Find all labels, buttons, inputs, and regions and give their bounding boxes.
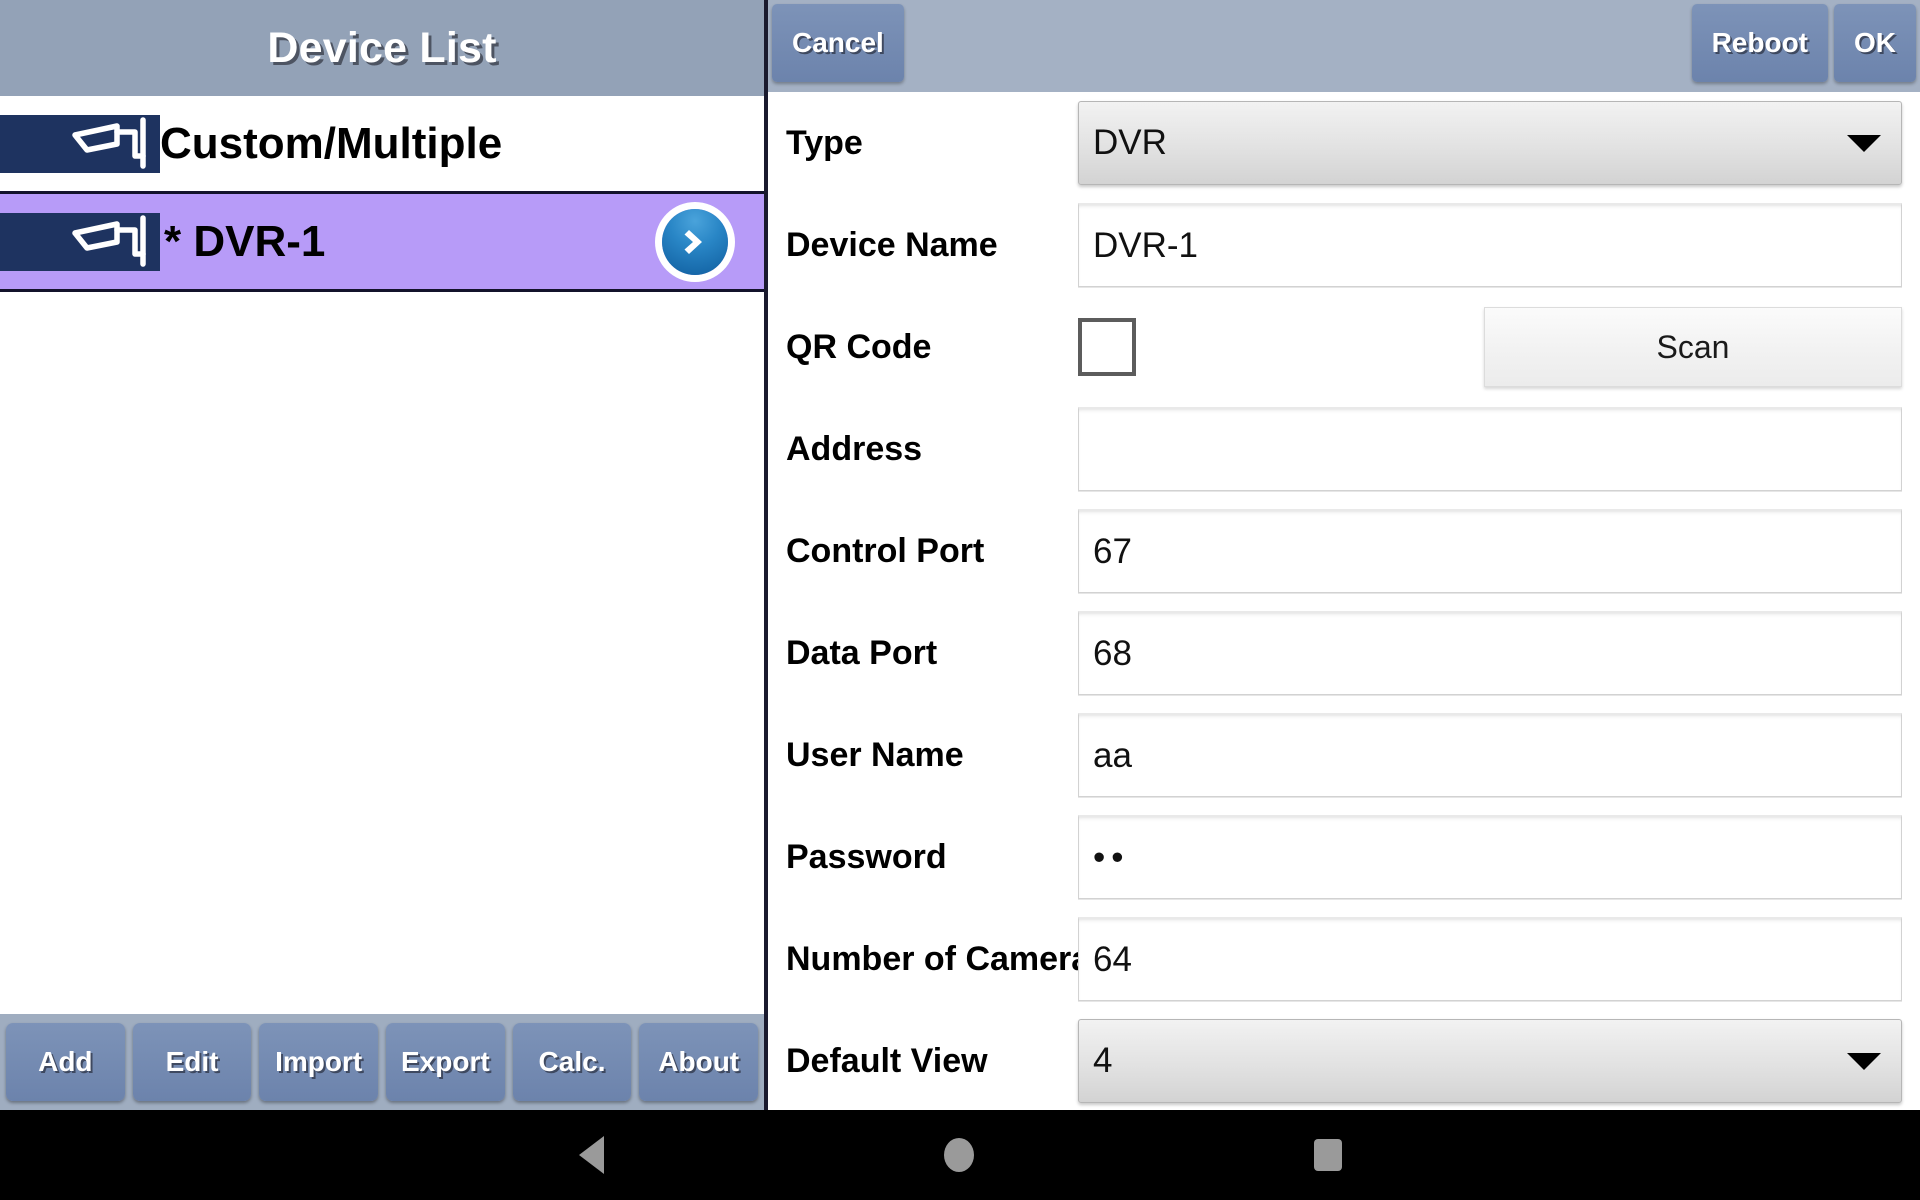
list-item-label: * DVR-1 (164, 216, 326, 266)
default-view-control: 4 (1078, 1019, 1902, 1103)
device-name-control: DVR-1 (1078, 203, 1902, 287)
device-list: Custom/Multiple * DVR-1 (0, 96, 764, 1014)
form-row-default-view: Default View 4 (768, 1010, 1920, 1110)
user-name-label: User Name (786, 735, 964, 774)
reboot-button[interactable]: Reboot (1691, 4, 1828, 82)
screen-root: Device List Custom/Multiple * DVR-1 Add … (0, 0, 1920, 1200)
device-list-header: Device List (0, 0, 764, 96)
default-view-label: Default View (786, 1041, 988, 1080)
add-button[interactable]: Add (6, 1023, 125, 1101)
password-input[interactable]: •• (1078, 815, 1902, 899)
ok-button[interactable]: OK (1834, 4, 1916, 82)
home-circle-icon[interactable] (943, 1138, 974, 1172)
form-row-device-name: Device Name DVR-1 (768, 194, 1920, 296)
user-name-control: aa (1078, 713, 1902, 797)
form-row-type: Type DVR (768, 92, 1920, 194)
form-row-qr-code: QR Code Scan (768, 296, 1920, 398)
list-item[interactable]: Custom/Multiple (0, 96, 764, 194)
page-title: Device List (267, 23, 497, 72)
form-row-control-port: Control Port 67 (768, 500, 1920, 602)
device-name-label: Device Name (786, 225, 998, 264)
data-port-label: Data Port (786, 633, 938, 672)
address-label: Address (786, 429, 923, 468)
cctv-camera-icon (0, 212, 160, 271)
device-edit-panel: Cancel Reboot OK Type DVR Device Name DV… (768, 0, 1920, 1110)
type-select-value: DVR (1093, 123, 1167, 162)
about-button-label: About (658, 1046, 740, 1077)
number-of-cameras-control: 64 (1078, 917, 1902, 1001)
list-item[interactable]: * DVR-1 (0, 194, 764, 292)
device-edit-header: Cancel Reboot OK (768, 0, 1920, 92)
data-port-input[interactable]: 68 (1078, 611, 1902, 695)
back-triangle-icon[interactable] (578, 1136, 604, 1174)
form-row-user-name: User Name aa (768, 704, 1920, 806)
about-button[interactable]: About (639, 1023, 759, 1101)
password-control: •• (1078, 815, 1902, 899)
recents-square-icon[interactable] (1313, 1139, 1342, 1171)
edit-button[interactable]: Edit (132, 1023, 252, 1101)
address-control (1078, 407, 1902, 491)
qr-code-checkbox[interactable] (1078, 318, 1136, 376)
user-name-input[interactable]: aa (1078, 713, 1902, 797)
chevron-right-icon[interactable] (662, 208, 728, 275)
export-button-label: Export (401, 1046, 490, 1077)
type-select[interactable]: DVR (1078, 101, 1902, 185)
cctv-camera-icon (0, 114, 160, 173)
form-row-data-port: Data Port 68 (768, 602, 1920, 704)
android-navigation-bar (0, 1110, 1920, 1200)
caret-down-icon (1847, 1052, 1881, 1070)
list-item-label: Custom/Multiple (160, 118, 503, 168)
ok-button-label: OK (1854, 27, 1896, 58)
password-label: Password (786, 837, 947, 876)
control-port-input[interactable]: 67 (1078, 509, 1902, 593)
caret-down-icon (1847, 134, 1881, 152)
data-port-control: 68 (1078, 611, 1902, 695)
device-edit-form: Type DVR Device Name DVR-1 QR Code Scan … (768, 92, 1920, 1110)
calc-button[interactable]: Calc. (512, 1023, 632, 1101)
cancel-button-label: Cancel (792, 27, 884, 58)
reboot-button-label: Reboot (1711, 27, 1808, 58)
device-list-toolbar: Add Edit Import Export Calc. About (0, 1014, 764, 1110)
device-name-input[interactable]: DVR-1 (1078, 203, 1902, 287)
type-label: Type (786, 123, 863, 162)
address-input[interactable] (1078, 407, 1902, 491)
app-content: Device List Custom/Multiple * DVR-1 Add … (0, 0, 1920, 1110)
default-view-select[interactable]: 4 (1078, 1019, 1902, 1103)
add-button-label: Add (38, 1046, 93, 1077)
qr-code-label: QR Code (786, 327, 932, 366)
header-actions: Reboot OK (1691, 4, 1916, 82)
export-button[interactable]: Export (386, 1023, 505, 1101)
type-control: DVR (1078, 101, 1902, 185)
number-of-cameras-input[interactable]: 64 (1078, 917, 1902, 1001)
form-row-address: Address (768, 398, 1920, 500)
form-row-number-of-cameras: Number of Cameras 64 (768, 908, 1920, 1010)
form-row-password: Password •• (768, 806, 1920, 908)
control-port-control: 67 (1078, 509, 1902, 593)
qr-code-control: Scan (1078, 307, 1902, 387)
scan-button[interactable]: Scan (1484, 307, 1902, 387)
control-port-label: Control Port (786, 531, 985, 570)
cancel-button[interactable]: Cancel (772, 4, 904, 82)
device-list-panel: Device List Custom/Multiple * DVR-1 Add … (0, 0, 768, 1110)
default-view-select-value: 4 (1093, 1041, 1113, 1080)
edit-button-label: Edit (165, 1046, 219, 1077)
calc-button-label: Calc. (538, 1046, 606, 1077)
import-button-label: Import (275, 1046, 363, 1077)
qr-code-row: Scan (1078, 307, 1902, 387)
import-button[interactable]: Import (259, 1023, 379, 1101)
number-of-cameras-label: Number of Cameras (786, 939, 1110, 978)
